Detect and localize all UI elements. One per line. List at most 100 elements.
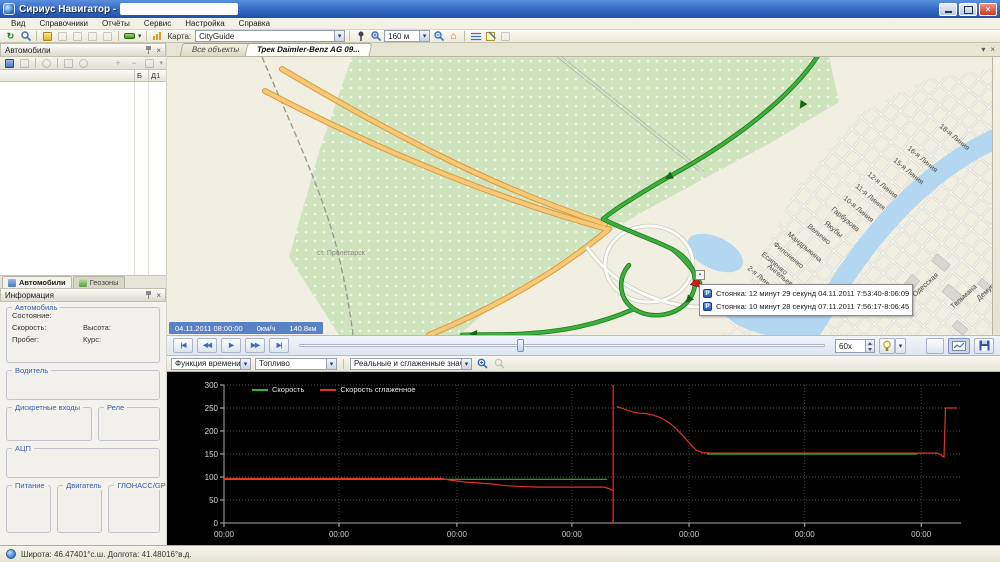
svg-text:00:00: 00:00 [329, 530, 350, 539]
chevron-down-icon[interactable]: ▾ [326, 359, 336, 369]
save-button[interactable] [974, 338, 994, 354]
layers-icon[interactable] [41, 31, 54, 42]
sidebar-tabbar: Автомобили Геозоны [0, 275, 166, 288]
home-icon[interactable]: ⌂ [447, 31, 460, 42]
play-button[interactable]: ▶ [221, 338, 241, 353]
tab-list-dropdown-icon[interactable]: ▾ [981, 45, 985, 54]
vehicle-icon[interactable] [123, 31, 136, 42]
svg-text:100: 100 [205, 473, 219, 482]
timeline-slider-thumb[interactable] [517, 339, 524, 352]
column-b[interactable]: Б [134, 70, 148, 81]
vehicles-panel-header: Автомобили × [0, 43, 166, 57]
vehicles-panel-title: Автомобили [5, 46, 51, 55]
menu-item[interactable]: Справочники [32, 19, 94, 28]
vehicle-find-icon[interactable] [40, 58, 53, 69]
pin-icon[interactable] [145, 46, 152, 55]
timeline-slider[interactable] [299, 338, 825, 353]
vehicles-column-header: Б Д1 [0, 70, 166, 82]
tab-close-icon[interactable]: × [990, 45, 995, 54]
remove-icon[interactable]: − [127, 58, 140, 69]
menu-item[interactable]: Вид [4, 19, 32, 28]
erase-icon[interactable] [86, 31, 99, 42]
tab-geozones[interactable]: Геозоны [73, 276, 125, 288]
speed-chart[interactable]: СкоростьСкорость сглаженное 050100150200… [167, 372, 1000, 545]
menu-item[interactable]: Справка [232, 19, 277, 28]
ruler-icon[interactable] [71, 31, 84, 42]
blank-tool-button[interactable] [926, 338, 944, 354]
menu-bar: ВидСправочникиОтчётыСервисНастройкаСправ… [0, 18, 1000, 30]
chart-zoom-in-icon[interactable] [476, 358, 489, 369]
vehicles-list[interactable] [0, 82, 166, 275]
checkbox-icon[interactable] [499, 31, 512, 42]
edit-note-icon[interactable] [484, 31, 497, 42]
restore-button[interactable] [959, 3, 977, 16]
close-icon[interactable]: × [156, 46, 161, 55]
close-button[interactable]: × [979, 3, 997, 16]
zoom-in-icon[interactable] [369, 31, 382, 42]
chart-tool-icon[interactable] [151, 31, 164, 42]
map-tab[interactable]: Трек Daimler-Benz AG 09... [245, 43, 373, 56]
map-pin-icon[interactable] [354, 31, 367, 42]
vehicle-dropdown-arrow[interactable]: ▾ [138, 32, 142, 40]
chart-plot: 05010015020025030000:0000:0000:0000:0000… [167, 372, 999, 545]
list-icon[interactable] [469, 31, 482, 42]
vehicle-track-icon[interactable] [62, 58, 75, 69]
map-side-strip[interactable] [992, 57, 1000, 335]
chevron-down-icon[interactable]: ▾ [240, 359, 250, 369]
refresh-icon[interactable]: ↻ [4, 31, 17, 42]
vehicle-follow-icon[interactable] [77, 58, 90, 69]
map-provider-combo[interactable]: CityGuide ▾ [195, 30, 345, 42]
left-sidebar: Автомобили × + − ▾ [0, 43, 167, 545]
vehicle-group-icon[interactable] [3, 58, 16, 69]
track-tool-icon[interactable] [56, 31, 69, 42]
search-icon[interactable] [19, 31, 32, 42]
function-combo[interactable]: Функция времени ▾ [171, 358, 251, 370]
menu-item[interactable]: Настройка [178, 19, 231, 28]
chevron-down-icon[interactable]: ▾ [419, 31, 429, 41]
menu-item[interactable]: Сервис [137, 19, 178, 28]
zoom-out-icon[interactable] [432, 31, 445, 42]
skip-end-button[interactable]: ▶| [269, 338, 289, 353]
spinner-down-icon[interactable] [866, 346, 874, 352]
chevron-down-icon[interactable]: ▾ [334, 31, 344, 41]
map-scale-combo[interactable]: 160 м ▾ [384, 30, 430, 42]
tab-vehicles[interactable]: Автомобили [2, 276, 72, 288]
globe-icon [6, 549, 16, 559]
stop-marker-icon[interactable]: ▪ [695, 270, 705, 280]
add-icon[interactable]: + [111, 58, 124, 69]
trace-options-button[interactable] [879, 338, 895, 354]
chevron-down-icon[interactable]: ▾ [461, 359, 471, 369]
svg-text:00:00: 00:00 [679, 530, 700, 539]
tooltip-row: PСтоянка: 10 минут 28 секунд 07.11.2011 … [703, 300, 909, 313]
track-status-overlay: 04.11.2011 08:00:00 0км/ч 140.8км [169, 322, 323, 334]
legend-item: Скорость сглаженное [320, 385, 415, 394]
show-chart-button[interactable] [948, 338, 970, 354]
speed-spinner[interactable]: 60х [835, 339, 875, 353]
minimize-button[interactable] [939, 3, 957, 16]
view-mode-icon[interactable] [143, 58, 156, 69]
vehicle-edit-icon[interactable] [18, 58, 31, 69]
group-driver: Водитель [6, 370, 160, 400]
pin-icon[interactable] [145, 291, 152, 300]
title-bar: Сириус Навигатор - × [0, 0, 1000, 18]
group-vehicle: Автомобиль Состояние: Скорость: Высота: … [6, 307, 160, 363]
column-d1[interactable]: Д1 [148, 70, 166, 81]
view-dropdown-arrow[interactable]: ▾ [159, 59, 163, 67]
svg-text:150: 150 [205, 450, 219, 459]
map-tab[interactable]: Все объекты [180, 43, 252, 56]
map-combo-label: Карта: [168, 32, 192, 41]
sensor-combo[interactable]: Топливо ▾ [255, 358, 337, 370]
mode-combo[interactable]: Реальные и сглаженные значен ▾ [350, 358, 472, 370]
speed-label: Скорость: [12, 323, 83, 332]
fast-forward-button[interactable]: ▶▶ [245, 338, 265, 353]
skip-start-button[interactable]: |◀ [173, 338, 193, 353]
grid-icon[interactable] [101, 31, 114, 42]
close-icon[interactable]: × [156, 291, 161, 300]
map-viewport[interactable]: ст. Пролетарск 18-я Линия16-я Линия15-я … [167, 57, 1000, 335]
chart-zoom-out-icon[interactable] [493, 358, 506, 369]
rewind-button[interactable]: ◀◀ [197, 338, 217, 353]
info-panel-header: Информация × [0, 288, 166, 302]
trace-options-dropdown[interactable]: ▾ [895, 338, 906, 354]
menu-item[interactable]: Отчёты [95, 19, 137, 28]
svg-text:00:00: 00:00 [447, 530, 468, 539]
